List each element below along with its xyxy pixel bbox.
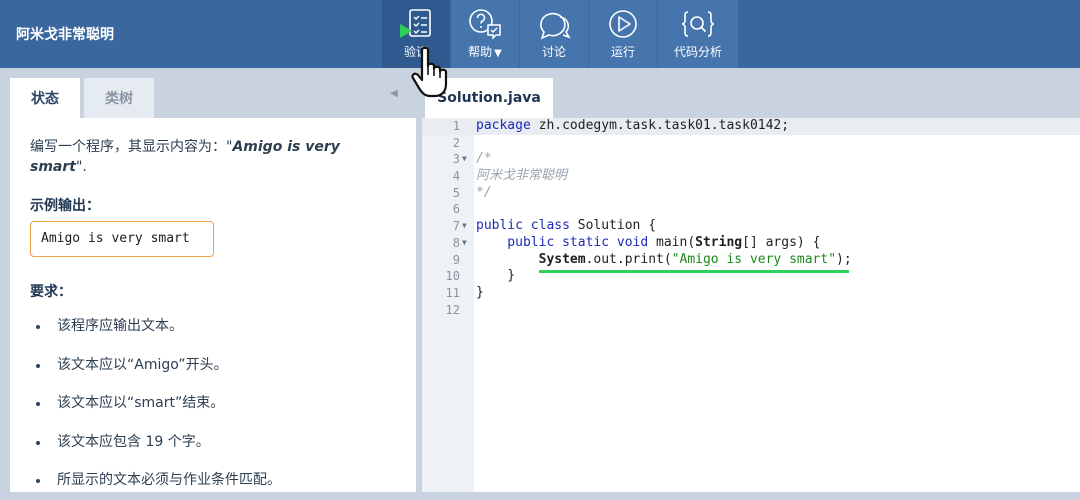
code-text: main( [648,234,696,250]
top-bar: 阿米戈非常聪明 验证 帮助 ▼ 讨论 运行 代码分析 [0,0,1080,68]
code-text: ); [836,251,852,267]
line-number: 6 [452,202,460,217]
fold-arrow-icon[interactable]: ▼ [462,235,467,252]
code-line: 1 package zh.codegym.task.task01.task0142… [422,118,1080,135]
run-label: 运行 [610,45,635,59]
keyword: public static void [476,234,649,250]
code-line: 4 阿米戈非常聪明 [422,168,1080,185]
code-line: 8 ▼ public static void main(String[] args… [422,235,1080,252]
app-title: 阿米戈非常聪明 [16,27,114,43]
code-text: .out.print( [585,251,672,267]
run-button[interactable]: 运行 [589,0,657,68]
code-text: [] args) { [742,234,821,250]
run-play-icon [609,10,637,38]
line-number: 3 [452,152,460,167]
code-line: 12 [422,302,1080,319]
discussion-icon [540,12,571,40]
collapse-panel-icon[interactable]: ◀ [390,88,398,99]
code-line: 11} [422,285,1080,302]
code-text: Solution { [569,218,657,234]
line-number: 9 [452,252,460,267]
code-line: 6 [422,201,1080,218]
code-analysis-button[interactable]: 代码分析 [658,0,738,68]
line-number: 2 [452,135,460,150]
sample-output-box: Amigo is very smart [30,221,214,257]
line-number: 11 [445,285,460,300]
tab-class-tree[interactable]: 类树 [84,78,154,118]
code-line: 7 ▼ public class Solution { [422,218,1080,235]
requirement-item: 该程序应输出文本。 [30,307,396,346]
code-line: 5 */ [422,185,1080,202]
line-number: 1 [452,119,460,133]
code-text: zh.codegym.task.task01.task0142; [530,118,790,133]
line-number: 10 [445,269,460,284]
checklist-play-icon [400,9,431,38]
fold-arrow-icon[interactable]: ▼ [462,218,467,235]
highlight-underline [539,270,849,273]
requirements-list: 该程序应输出文本。 该文本应以“Amigo”开头。 该文本应以“smart”结束… [30,307,396,500]
left-tabs: 状态 类树 [10,78,158,118]
help-label: 帮助 [468,45,493,59]
sample-output-heading: 示例输出： [30,198,100,214]
discuss-label: 讨论 [541,45,566,59]
task-description: 编写一个程序，其显示内容为："Amigo is very smart". [30,137,396,177]
tab-status[interactable]: 状态 [10,78,80,118]
code-line: 2 [422,135,1080,152]
code-analysis-icon [681,11,715,37]
comment: 阿米戈非常聪明 [476,168,568,184]
line-number: 5 [452,185,460,200]
comment: /* [476,151,492,167]
hand-cursor-icon [411,46,448,98]
code-analysis-label: 代码分析 [673,45,722,59]
task-panel: 编写一个程序，其显示内容为："Amigo is very smart". 示例输… [10,118,416,492]
type-name: String [695,234,743,250]
requirements-heading: 要求： [30,284,72,300]
code-line: 3 ▼ /* [422,151,1080,168]
requirement-item: 该文本应包含 19 个字。 [30,423,396,462]
keyword: package [476,118,531,133]
code-line: 9 System.out.print("Amigo is very smart"… [422,252,1080,269]
keyword: public class [476,218,570,234]
comment: */ [476,184,492,200]
discuss-button[interactable]: 讨论 [520,0,588,68]
string-literal: "Amigo is very smart" [671,251,837,267]
line-number: 4 [452,169,460,184]
chevron-down-icon: ▼ [494,48,502,59]
code-text: } [476,284,484,300]
line-number: 8 [452,235,460,250]
help-button[interactable]: 帮助 ▼ [451,0,519,68]
description-suffix: ". [75,159,87,175]
code-editor[interactable]: 1 package zh.codegym.task.task01.task0142… [422,118,1080,492]
line-number: 12 [445,302,460,317]
line-number: 7 [452,219,460,234]
code-text: } [476,268,516,284]
description-prefix: 编写一个程序，其显示内容为：" [30,139,233,155]
fold-arrow-icon[interactable]: ▼ [462,151,467,168]
requirement-item: 所显示的文本必须与作业条件匹配。 [30,461,396,500]
type-name: System [476,251,586,267]
help-chat-icon [469,9,501,40]
requirement-item: 该文本应以“Amigo”开头。 [30,346,396,385]
code-lines: 1 package zh.codegym.task.task01.task0142… [422,118,1080,318]
requirement-item: 该文本应以“smart”结束。 [30,384,396,423]
